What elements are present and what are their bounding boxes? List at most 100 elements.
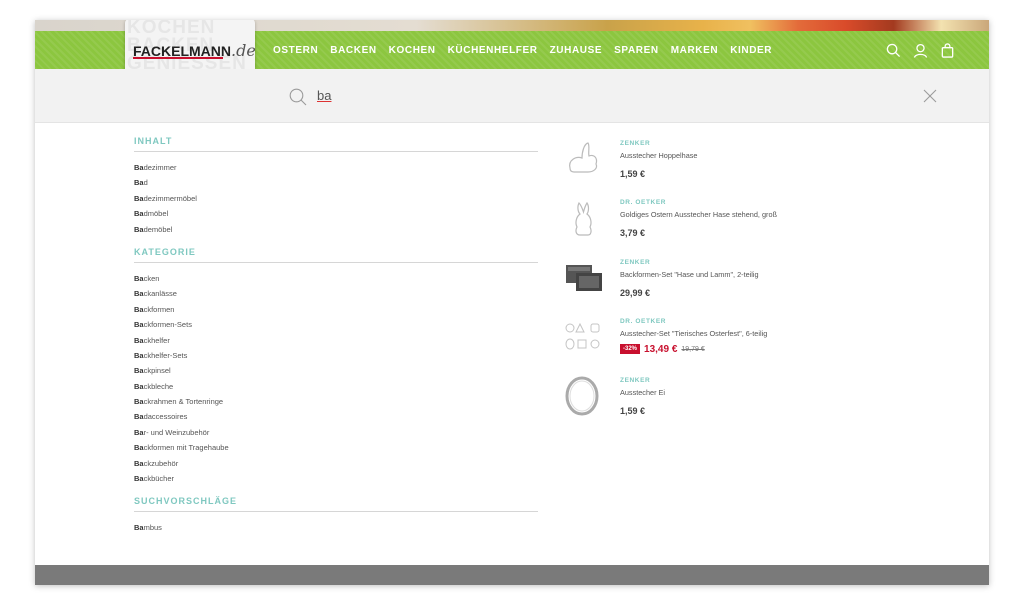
suggestion-match: Ba: [134, 381, 144, 391]
suggestion-item[interactable]: Backzubehör: [134, 456, 538, 471]
logo-tld: .de: [231, 41, 255, 60]
suggestion-item[interactable]: Backformen: [134, 302, 538, 317]
suggestion-match: Ba: [134, 273, 144, 283]
suggestion-rest: d: [143, 178, 148, 188]
suggestion-item[interactable]: Badezimmer: [134, 160, 538, 175]
product-item[interactable]: DR. OETKER Goldiges Ostern Ausstecher Ha…: [562, 195, 862, 254]
suggestion-item[interactable]: Backen: [134, 271, 538, 286]
suggestion-item[interactable]: Backhelfer: [134, 333, 538, 348]
product-item[interactable]: ZENKER Ausstecher Ei 1,59 €: [562, 373, 862, 432]
suggestion-item[interactable]: Badaccessoires: [134, 409, 538, 424]
nav-item-sparen[interactable]: SPAREN: [614, 45, 659, 56]
sale-price: 13,49 €: [644, 343, 678, 355]
suggestion-rest: ckhelfer: [143, 335, 170, 345]
section-heading-suchvorschlaege: SUCHVORSCHLÄGE: [134, 496, 538, 513]
product-name: Backformen-Set "Hase und Lamm", 2-teilig: [620, 269, 759, 279]
suggestion-rest: ckrahmen & Tortenringe: [143, 397, 224, 407]
suggestion-item[interactable]: Bar- und Weinzubehör: [134, 425, 538, 440]
search-icon: [289, 88, 307, 106]
section-heading-kategorie: KATEGORIE: [134, 247, 538, 263]
suggestion-rest: cken: [143, 273, 160, 283]
product-name: Ausstecher Hoppelhase: [620, 151, 698, 160]
suggestion-rest: demöbel: [143, 224, 173, 234]
inhalt-list: Badezimmer Bad Badezimmermöbel Badmöbel Bade…: [134, 160, 538, 237]
footer-bar: [35, 565, 989, 585]
nav-item-ostern[interactable]: OSTERN: [273, 45, 318, 56]
product-price-row: -32% 13,49 € 19,79 €: [620, 344, 705, 355]
baking-mold-set-icon: [566, 264, 602, 291]
main-nav: OSTERN BACKEN KOCHEN KÜCHENHELFER ZUHAUS…: [273, 31, 784, 69]
bunny-cutter-icon: [569, 142, 598, 173]
suggestion-rest: ckzubehör: [143, 458, 179, 468]
suggestion-item[interactable]: Backbücher: [134, 471, 538, 486]
page-frame: OSTERN BACKEN KOCHEN KÜCHENHELFER ZUHAUS…: [35, 20, 989, 585]
nav-item-backen[interactable]: BACKEN: [330, 45, 376, 56]
suggestion-item[interactable]: Backhelfer-Sets: [134, 348, 538, 363]
suggestion-rest: ckhelfer-Sets: [143, 350, 188, 360]
suggestion-rest: ckpinsel: [143, 366, 171, 376]
discount-badge: -32%: [620, 344, 641, 355]
suggestion-item[interactable]: Backanlässe: [134, 286, 538, 301]
search-bar: ba: [35, 69, 989, 123]
suggestion-match: Ba: [134, 289, 144, 299]
suggestion-item[interactable]: Bademöbel: [134, 222, 538, 237]
product-price: 29,99 €: [620, 287, 651, 298]
suggestions-column: INHALT Badezimmer Bad Badezimmermöbel Badmö…: [134, 136, 538, 546]
product-item[interactable]: ZENKER Ausstecher Hoppelhase 1,59 €: [562, 136, 862, 195]
suggestion-item[interactable]: Backformen-Sets: [134, 317, 538, 332]
nav-item-kuechenhelfer[interactable]: KÜCHENHELFER: [448, 45, 538, 56]
suggestion-item[interactable]: Backbleche: [134, 379, 538, 394]
section-heading-inhalt: INHALT: [134, 136, 538, 152]
search-input[interactable]: ba: [317, 88, 331, 103]
suggestion-item[interactable]: Badmöbel: [134, 206, 538, 221]
suggestion-item[interactable]: Bambus: [134, 520, 538, 535]
suggestion-match: Ba: [134, 427, 144, 437]
suggestion-rest: dmöbel: [143, 209, 169, 219]
suggestion-rest: daccessoires: [143, 412, 188, 422]
suggestion-rest: ckanlässe: [143, 289, 177, 299]
nav-item-kochen[interactable]: KOCHEN: [389, 45, 436, 56]
cutter-set-icon: [565, 322, 600, 350]
header-icons: [886, 31, 955, 69]
product-item[interactable]: DR. OETKER Ausstecher-Set "Tierisches Os…: [562, 314, 862, 373]
nav-item-kinder[interactable]: KINDER: [730, 45, 772, 56]
nav-item-marken[interactable]: MARKEN: [671, 45, 719, 56]
suggestion-rest: ckbleche: [143, 381, 174, 391]
user-icon[interactable]: [913, 43, 928, 58]
shopping-bag-icon[interactable]: [940, 42, 955, 58]
product-brand: ZENKER: [620, 140, 651, 147]
suggestion-item[interactable]: Backrahmen & Tortenringe: [134, 394, 538, 409]
kategorie-list: Backen Backanlässe Backformen Backformen-Se…: [134, 271, 538, 486]
product-price: 1,59 €: [620, 169, 646, 179]
close-icon[interactable]: [923, 89, 937, 103]
suggestion-match: Ba: [134, 163, 144, 172]
product-name: Ausstecher-Set "Tierisches Osterfest", 6…: [620, 328, 768, 338]
suggestion-item[interactable]: Backformen mit Tragehaube: [134, 440, 538, 455]
suchvorschlaege-list: Bambus: [134, 520, 538, 535]
suggestion-rest: ckformen: [143, 304, 175, 314]
suggestion-item[interactable]: Bad: [134, 175, 538, 190]
old-price: 19,79 €: [681, 345, 705, 353]
suggestion-match: Ba: [134, 523, 144, 533]
search-icon[interactable]: [886, 43, 901, 58]
standing-bunny-cutter-icon: [575, 202, 592, 236]
suggestion-rest: dezimmer: [143, 163, 177, 172]
suggestion-item[interactable]: Backpinsel: [134, 363, 538, 378]
suggestion-rest: mbus: [143, 523, 162, 533]
suggestion-match: Ba: [134, 412, 144, 422]
suggestion-match: Ba: [134, 335, 144, 345]
suggestion-match: Ba: [134, 443, 144, 453]
suggestion-match: Ba: [134, 209, 144, 219]
suggestion-rest: ckbücher: [143, 474, 175, 484]
product-item[interactable]: ZENKER Backformen-Set "Hase und Lamm", 2…: [562, 255, 862, 314]
suggestion-item[interactable]: Badezimmermöbel: [134, 191, 538, 206]
suggestion-match: Ba: [134, 458, 144, 468]
product-price: 3,79 €: [620, 228, 646, 239]
suggestion-match: Ba: [134, 397, 144, 407]
nav-item-zuhause[interactable]: ZUHAUSE: [550, 45, 603, 56]
product-brand: ZENKER: [620, 377, 651, 385]
suggestion-match: Ba: [134, 474, 144, 484]
product-brand: DR. OETKER: [620, 199, 667, 207]
product-results: ZENKER Ausstecher Hoppelhase 1,59 € DR. …: [562, 136, 862, 432]
suggestion-match: Ba: [134, 366, 144, 376]
